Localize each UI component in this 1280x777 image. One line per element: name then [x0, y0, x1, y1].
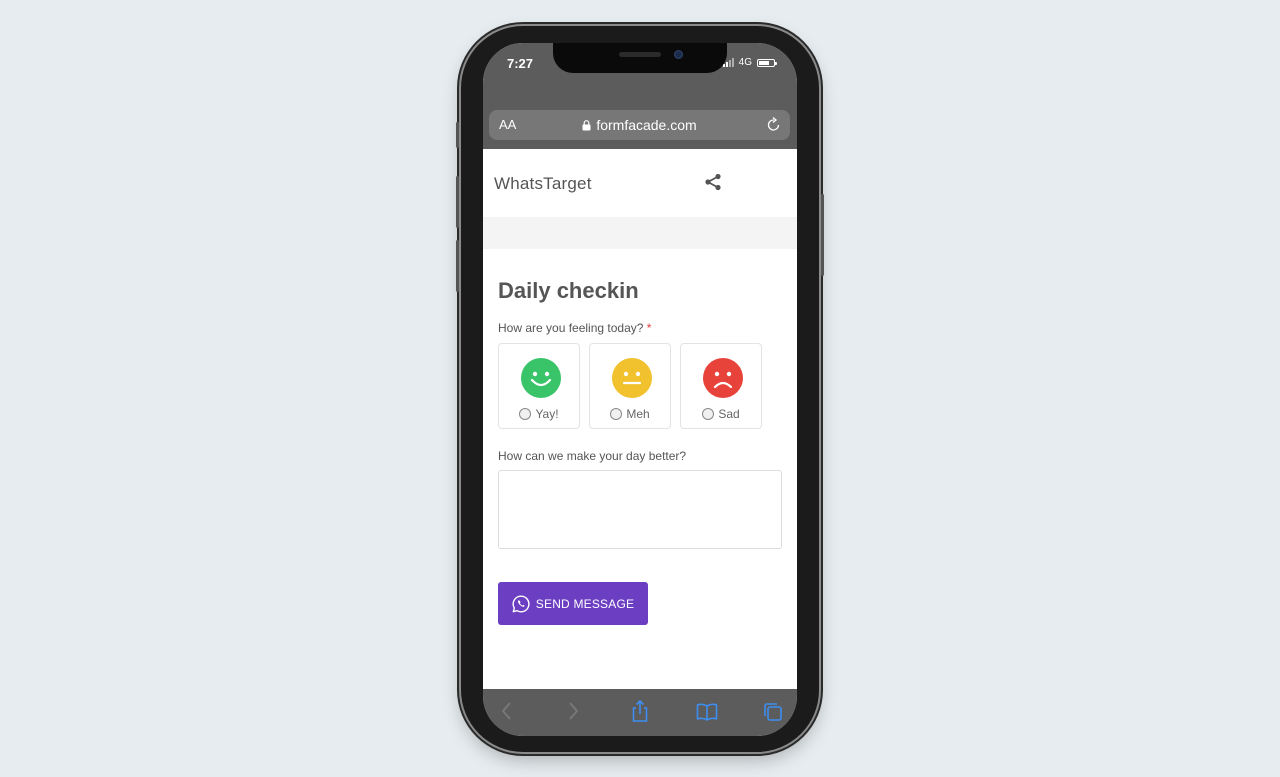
required-mark: * [646, 321, 652, 335]
better-day-textarea[interactable] [498, 470, 782, 549]
reload-icon[interactable] [767, 117, 781, 132]
forward-icon[interactable] [566, 701, 580, 721]
silent-switch [456, 122, 459, 148]
status-indicators: 4G [722, 57, 777, 68]
web-page: WhatsTarget Daily checkin How are you fe… [483, 149, 797, 689]
whatsapp-icon [512, 594, 530, 612]
battery-icon [757, 58, 777, 67]
sad-face-icon [703, 358, 743, 398]
question-feeling-label: How are you feeling today? * [498, 321, 652, 335]
share-sheet-icon[interactable] [630, 699, 650, 723]
browser-toolbar [483, 689, 797, 736]
option-yay-label: Yay! [535, 407, 559, 421]
status-time: 7:27 [507, 56, 534, 71]
header-band [483, 217, 797, 249]
radio-sad[interactable] [702, 408, 715, 420]
volume-up-button [456, 176, 459, 228]
option-meh-label: Meh [626, 407, 650, 421]
feeling-choices: Yay! Meh Sad [498, 343, 762, 429]
url-text: formfacade.com [596, 117, 697, 133]
share-icon[interactable] [704, 173, 722, 191]
site-header: WhatsTarget [483, 149, 797, 217]
back-icon[interactable] [500, 701, 514, 721]
happy-face-icon [521, 358, 561, 398]
choice-sad[interactable]: Sad [680, 343, 762, 429]
question-better-label: How can we make your day better? [498, 449, 687, 463]
bookmarks-icon[interactable] [696, 703, 718, 721]
power-button [821, 194, 824, 276]
notch [553, 43, 727, 73]
network-label: 4G [738, 57, 752, 68]
site-brand[interactable]: WhatsTarget [494, 174, 592, 194]
tabs-icon[interactable] [763, 702, 783, 722]
url-display[interactable]: formfacade.com [489, 117, 790, 133]
volume-down-button [456, 240, 459, 292]
phone-frame: 7:27 4G AA formfacade.com WhatsTarget Da… [456, 26, 824, 752]
form-title: Daily checkin [498, 278, 639, 303]
phone-screen: 7:27 4G AA formfacade.com WhatsTarget Da… [483, 43, 797, 736]
radio-meh[interactable] [610, 408, 623, 420]
speaker [619, 52, 661, 57]
address-bar[interactable]: AA formfacade.com [489, 110, 790, 140]
option-sad-label: Sad [718, 407, 740, 421]
browser-top-bar: 7:27 4G AA formfacade.com [483, 43, 797, 149]
lock-icon [582, 120, 591, 131]
send-message-button[interactable]: SEND MESSAGE [498, 582, 648, 625]
send-message-label: SEND MESSAGE [535, 596, 635, 611]
choice-meh[interactable]: Meh [589, 343, 671, 429]
radio-yay[interactable] [519, 408, 532, 420]
choice-yay[interactable]: Yay! [498, 343, 580, 429]
neutral-face-icon [612, 358, 652, 398]
camera [674, 50, 683, 59]
